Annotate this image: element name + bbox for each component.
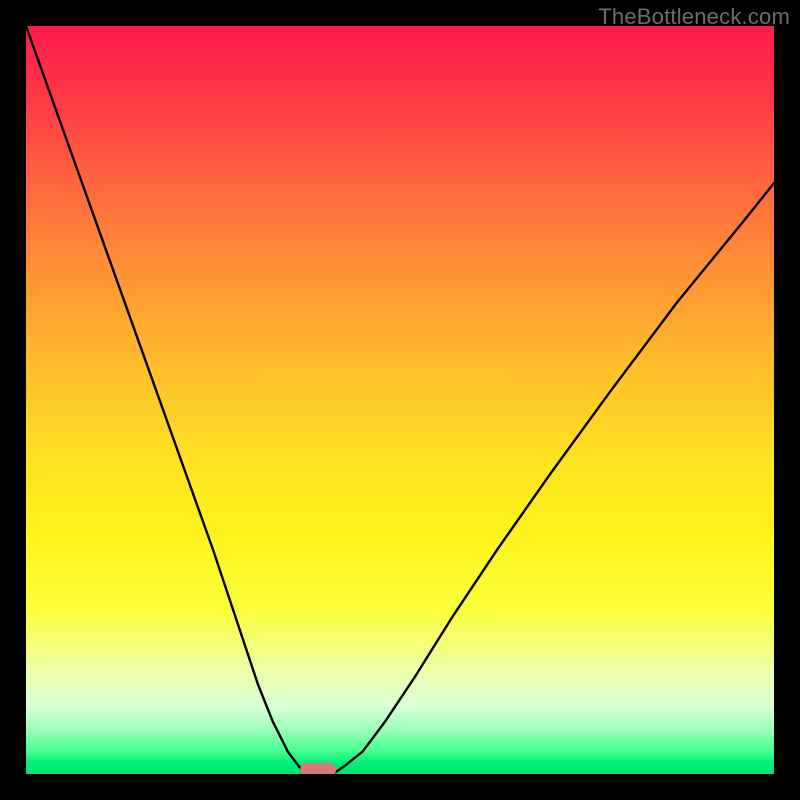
plot-area	[26, 26, 774, 774]
chart-frame: TheBottleneck.com	[0, 0, 800, 800]
bottleneck-curve	[26, 26, 774, 774]
optimum-marker	[300, 763, 336, 774]
curve-right-branch	[333, 183, 774, 774]
curve-left-branch	[26, 26, 307, 774]
